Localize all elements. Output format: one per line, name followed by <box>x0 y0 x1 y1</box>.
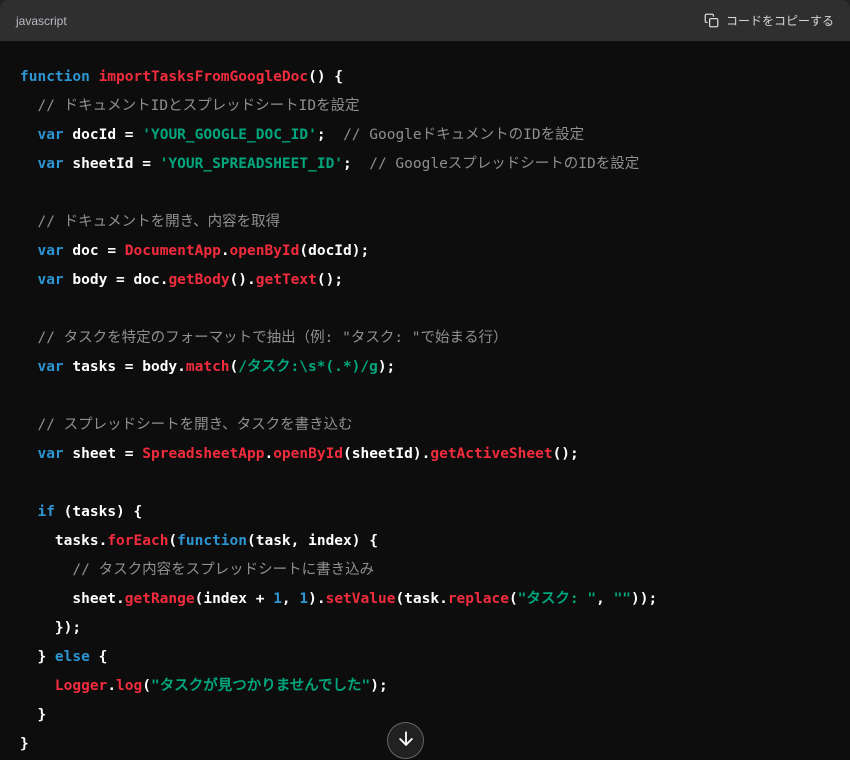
code-line: } else { <box>20 649 108 665</box>
code-line: // ドキュメントを開き、内容を取得 <box>37 214 281 230</box>
code-line: sheet.getRange(index + 1, 1).setValue(ta… <box>20 591 658 607</box>
code-line: } <box>20 736 29 752</box>
code-line: var body = doc.getBody().getText(); <box>37 272 344 288</box>
code-line: // ドキュメントIDとスプレッドシートIDを設定 <box>37 98 360 114</box>
copy-code-label: コードをコピーする <box>725 14 834 28</box>
code-content: function importTasksFromGoogleDoc() { //… <box>0 41 850 760</box>
copy-icon <box>704 13 719 28</box>
code-lines-container: function importTasksFromGoogleDoc() { //… <box>20 63 830 759</box>
code-line: Logger.log("タスクが見つかりませんでした"); <box>54 678 388 694</box>
code-language-label: javascript <box>16 13 67 28</box>
code-line: tasks.forEach(function(task, index) { <box>20 533 378 549</box>
code-line: var doc = DocumentApp.openById(docId); <box>37 243 370 259</box>
code-block-header: javascript コードをコピーする <box>0 0 850 41</box>
code-line: var sheet = SpreadsheetApp.openById(shee… <box>37 446 579 462</box>
code-line: // タスク内容をスプレッドシートに書き込み <box>72 562 375 578</box>
code-line: } <box>20 707 47 723</box>
code-block: javascript コードをコピーする function importTask… <box>0 0 850 760</box>
code-line: var sheetId = 'YOUR_SPREADSHEET_ID'; // … <box>37 156 640 172</box>
code-line: // スプレッドシートを開き、タスクを書き込む <box>37 417 353 433</box>
copy-code-button[interactable]: コードをコピーする <box>704 12 834 29</box>
code-line: var docId = 'YOUR_GOOGLE_DOC_ID'; // Goo… <box>37 127 585 143</box>
code-line: if (tasks) { <box>37 504 143 520</box>
scroll-to-bottom-button[interactable] <box>387 722 424 759</box>
code-line: var tasks = body.match(/タスク:\s*(.*)/g); <box>37 359 396 375</box>
arrow-down-icon <box>396 729 416 752</box>
code-line: }); <box>20 620 82 636</box>
code-line: function importTasksFromGoogleDoc() { <box>20 69 344 85</box>
code-line: // タスクを特定のフォーマットで抽出（例: "タスク: "で始まる行） <box>37 330 508 346</box>
